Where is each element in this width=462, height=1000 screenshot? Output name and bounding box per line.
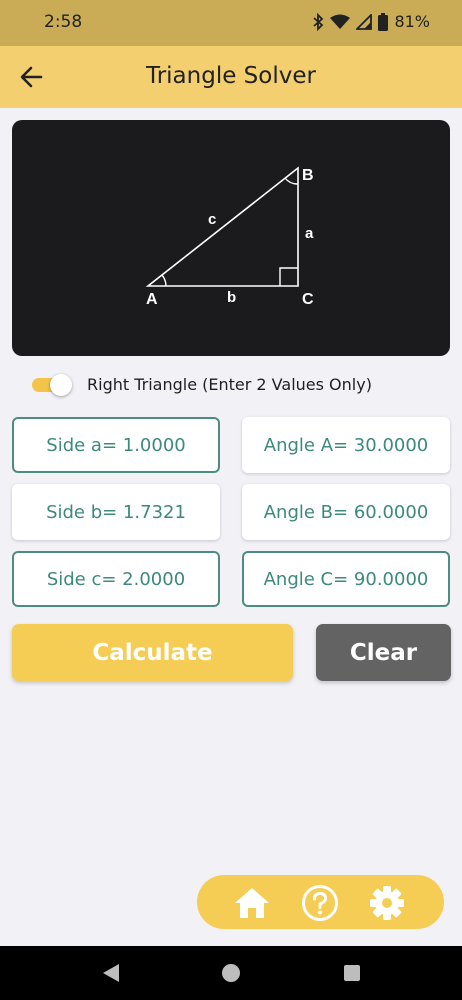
right-triangle-toggle-row: Right Triangle (Enter 2 Values Only) <box>30 372 372 396</box>
side-label-c: c <box>208 211 216 228</box>
side-b-field[interactable]: Side b= 1.7321 <box>12 484 220 540</box>
battery-level: 81% <box>394 12 430 31</box>
toggle-label: Right Triangle (Enter 2 Values Only) <box>87 374 372 394</box>
help-button[interactable] <box>301 884 339 922</box>
system-nav-bar <box>0 946 462 1000</box>
vertex-label-a: A <box>146 291 158 308</box>
side-c-field[interactable]: Side c= 2.0000 <box>12 551 220 607</box>
battery-icon <box>378 12 389 31</box>
wifi-icon <box>330 14 351 29</box>
system-home-icon[interactable] <box>221 963 241 983</box>
bottom-nav <box>197 875 444 929</box>
help-icon <box>302 885 338 921</box>
settings-button[interactable] <box>368 884 406 922</box>
settings-icon <box>370 886 404 920</box>
angle-a-arc <box>161 274 167 287</box>
calculate-button[interactable]: Calculate <box>12 624 293 681</box>
side-label-b: b <box>227 289 236 306</box>
status-icons: 81% <box>312 12 430 31</box>
vertex-label-c: C <box>302 291 314 308</box>
angle-c-field[interactable]: Angle C= 90.0000 <box>242 551 450 607</box>
side-label-a: a <box>305 225 314 242</box>
page-title: Triangle Solver <box>146 63 316 89</box>
system-back-icon[interactable] <box>101 963 121 983</box>
toggle-thumb <box>50 374 72 396</box>
angle-b-field[interactable]: Angle B= 60.0000 <box>242 484 450 540</box>
right-triangle-toggle[interactable] <box>30 372 72 396</box>
status-time: 2:58 <box>44 12 83 32</box>
angle-b-arc <box>284 177 299 185</box>
right-angle-marker <box>279 267 298 286</box>
angle-a-field[interactable]: Angle A= 30.0000 <box>242 417 450 473</box>
home-icon <box>235 888 269 918</box>
triangle-diagram: A B C a b c <box>12 120 450 356</box>
vertex-label-b: B <box>302 167 314 184</box>
triangle-diagram-svg: A B C a b c <box>145 166 314 308</box>
home-button[interactable] <box>233 884 271 922</box>
clear-button[interactable]: Clear <box>316 624 451 681</box>
app-bar: Triangle Solver <box>0 46 462 108</box>
side-a-field[interactable]: Side a= 1.0000 <box>12 417 220 473</box>
system-recents-icon[interactable] <box>342 963 362 983</box>
signal-icon <box>356 13 373 30</box>
bluetooth-icon <box>313 12 324 31</box>
triangle-shape <box>145 166 299 287</box>
status-bar: 2:58 81% <box>0 0 462 46</box>
